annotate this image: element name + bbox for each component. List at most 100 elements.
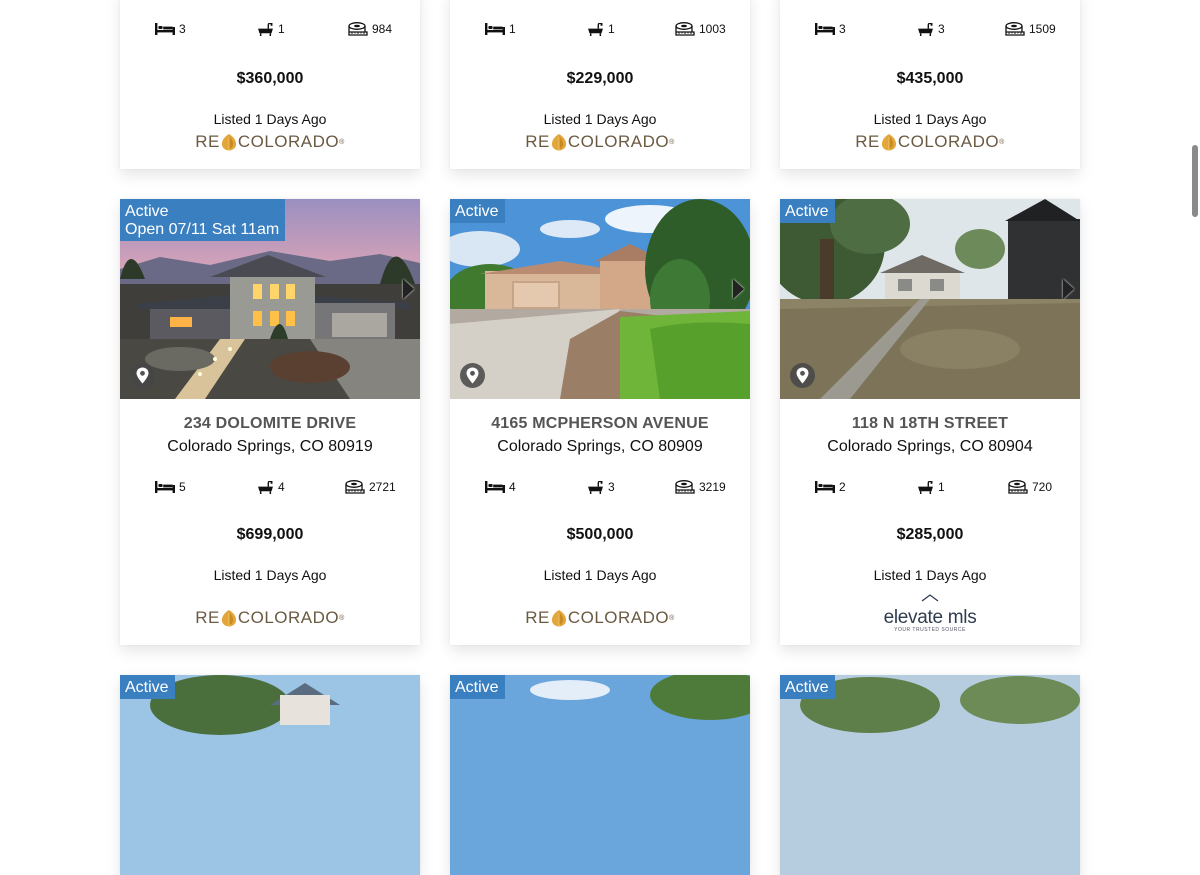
listing-photo[interactable]: Active Open 07/11 Sat 11am	[120, 199, 420, 399]
map-pin-button[interactable]	[460, 363, 485, 388]
status-badge: Active Open 07/11 Sat 11am	[120, 199, 286, 241]
baths-count: 1	[278, 22, 285, 36]
baths-spec: 1	[587, 22, 615, 36]
sqft-spec: 3219	[675, 480, 726, 494]
listing-price: $229,000	[566, 70, 634, 87]
beds-spec: 1	[485, 22, 516, 36]
listing-street[interactable]: 118 N 18TH STREET	[780, 415, 1080, 433]
listing-specs: 5 4 2721	[120, 480, 420, 500]
beds-spec: 3	[155, 22, 186, 36]
beds-count: 3	[839, 22, 846, 36]
page-scrollbar[interactable]	[1192, 145, 1198, 217]
beds-count: 2	[839, 480, 846, 494]
chevron-right-icon[interactable]	[1063, 279, 1074, 299]
baths-count: 4	[278, 480, 285, 494]
status-badge: Active	[120, 675, 175, 699]
listing-price: $699,000	[236, 526, 304, 543]
baths-spec: 3	[587, 480, 615, 494]
map-pin-button[interactable]	[130, 363, 155, 388]
beds-spec: 4	[485, 480, 516, 494]
sqft-spec: 1003	[675, 22, 726, 36]
tape-measure-icon	[1005, 22, 1025, 36]
tape-measure-icon	[345, 480, 365, 494]
listing-card[interactable]: Active	[120, 675, 420, 875]
listing-photo[interactable]: Active	[780, 675, 1080, 875]
status-badge: Active	[450, 199, 505, 223]
map-pin-icon	[136, 367, 149, 384]
chevron-right-icon[interactable]	[403, 279, 414, 299]
sqft-value: 2721	[369, 480, 396, 494]
house-photo	[780, 675, 1080, 875]
listing-photo[interactable]: Active	[120, 675, 420, 875]
sqft-spec: 2721	[345, 480, 396, 494]
listing-card[interactable]: Active 118 N 18TH STREET Colorado Spring…	[780, 199, 1080, 645]
listed-date: Listed 1 Days Ago	[543, 567, 657, 583]
sqft-value: 1509	[1029, 22, 1056, 36]
beds-count: 3	[179, 22, 186, 36]
listed-date: Listed 1 Days Ago	[873, 567, 987, 583]
listing-card[interactable]: 3 3 1509 $435,000 Listed 1 Days Ago RE CO…	[780, 0, 1080, 169]
listed-date: Listed 1 Days Ago	[213, 567, 327, 583]
sqft-value: 720	[1032, 480, 1053, 494]
listing-photo[interactable]: Active	[450, 675, 750, 875]
listing-price: $435,000	[896, 70, 964, 87]
baths-count: 1	[608, 22, 615, 36]
listing-card[interactable]: Active	[780, 675, 1080, 875]
status-badge: Active	[780, 199, 835, 223]
aspen-leaf-icon	[221, 133, 237, 151]
bathtub-icon	[917, 481, 934, 494]
listed-date: Listed 1 Days Ago	[213, 111, 327, 127]
sqft-spec: 1509	[1005, 22, 1056, 36]
bed-icon	[815, 23, 835, 35]
open-house-time: Open 07/11 Sat 11am	[125, 221, 280, 238]
recolorado-logo: RE COLORADO ®	[195, 608, 345, 627]
roof-icon	[921, 594, 939, 602]
listing-street[interactable]: 234 DOLOMITE DRIVE	[120, 415, 420, 433]
tape-measure-icon	[348, 22, 368, 36]
aspen-leaf-icon	[221, 609, 237, 627]
map-pin-button[interactable]	[790, 363, 815, 388]
listing-street[interactable]: 4165 MCPHERSON AVENUE	[450, 415, 750, 433]
listing-card[interactable]: 3 1 984 $360,000 Listed 1 Days Ago RE COL…	[120, 0, 420, 169]
recolorado-logo: RE COLORADO ®	[525, 132, 675, 151]
chevron-right-icon[interactable]	[733, 279, 744, 299]
recolorado-logo: RE COLORADO ®	[195, 132, 345, 151]
status-badge: Active	[780, 675, 835, 699]
bed-icon	[485, 481, 505, 493]
status-badge: Active	[450, 675, 505, 699]
sqft-value: 984	[372, 22, 393, 36]
tape-measure-icon	[675, 480, 695, 494]
sqft-spec: 984	[348, 22, 392, 36]
listing-city: Colorado Springs, CO 80919	[167, 438, 373, 455]
listing-card[interactable]: Active 4165 MCPHERSON AVENUE Colorado Sp…	[450, 199, 750, 645]
listing-specs: 3 3 1509	[780, 22, 1080, 42]
listing-specs: 4 3 3219	[450, 480, 750, 500]
listing-card[interactable]: 1 1 1003 $229,000 Listed 1 Days Ago RE CO…	[450, 0, 750, 169]
listed-date: Listed 1 Days Ago	[543, 111, 657, 127]
baths-spec: 1	[917, 480, 945, 494]
bathtub-icon	[587, 23, 604, 36]
listing-card[interactable]: Active	[450, 675, 750, 875]
house-photo	[120, 675, 420, 875]
aspen-leaf-icon	[551, 133, 567, 151]
bathtub-icon	[257, 23, 274, 36]
baths-spec: 4	[257, 480, 285, 494]
baths-spec: 1	[257, 22, 285, 36]
bathtub-icon	[257, 481, 274, 494]
listing-city: Colorado Springs, CO 80904	[827, 438, 1033, 455]
sqft-value: 1003	[699, 22, 726, 36]
listing-photo[interactable]: Active	[450, 199, 750, 399]
listing-specs: 1 1 1003	[450, 22, 750, 42]
listing-photo[interactable]: Active	[780, 199, 1080, 399]
map-pin-icon	[466, 367, 479, 384]
listing-price: $285,000	[896, 526, 964, 543]
beds-spec: 3	[815, 22, 846, 36]
listing-city: Colorado Springs, CO 80909	[497, 438, 703, 455]
listing-card[interactable]: Active Open 07/11 Sat 11am 234 DOLOMITE …	[120, 199, 420, 645]
beds-spec: 5	[155, 480, 186, 494]
tape-measure-icon	[1008, 480, 1028, 494]
bed-icon	[815, 481, 835, 493]
baths-count: 3	[608, 480, 615, 494]
listing-price: $360,000	[236, 70, 304, 87]
sqft-spec: 720	[1008, 480, 1052, 494]
